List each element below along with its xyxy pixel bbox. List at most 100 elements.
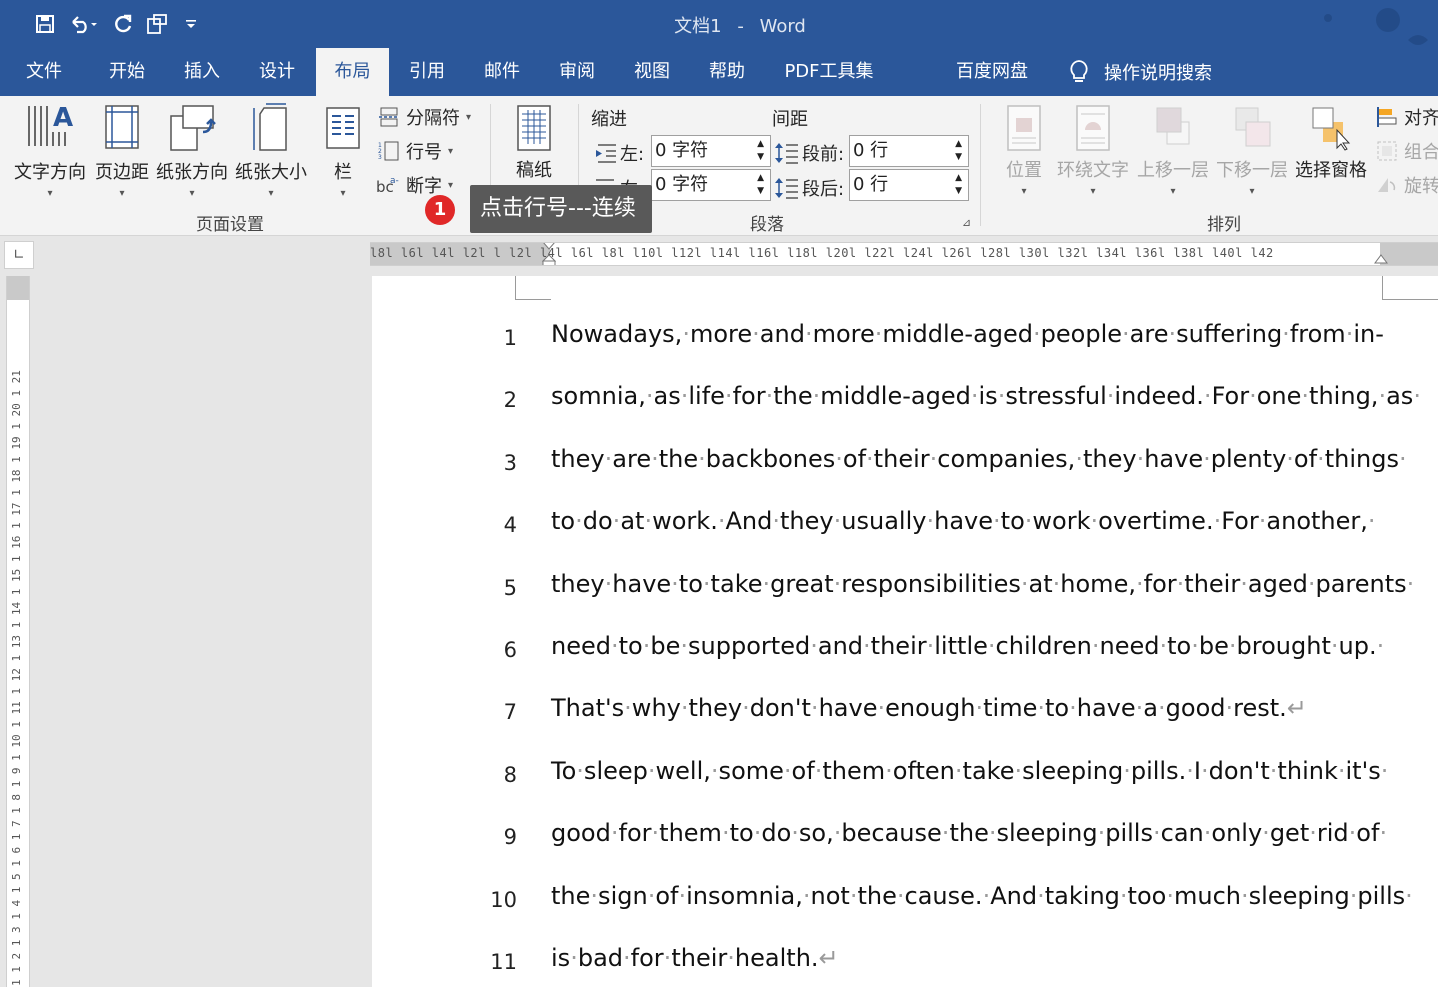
hyphenation-label: 断字	[406, 176, 442, 197]
spacing-before-icon	[775, 143, 798, 164]
send-backward-button[interactable]: 下移一层 ▾	[1216, 104, 1288, 197]
spacing-after-label: 段后:	[802, 179, 845, 200]
right-indent-marker-icon[interactable]	[1374, 253, 1388, 266]
chevron-down-icon: ▾	[1090, 186, 1096, 197]
margins-button[interactable]: 页边距 ▾	[95, 102, 149, 199]
document-line[interactable]: 8 To·sleep·well,·some·of·them·often·take·…	[372, 751, 1438, 791]
indent-left-icon	[596, 144, 616, 163]
group-objects-icon	[1377, 141, 1397, 161]
line-number: 2	[503, 388, 517, 413]
line-text[interactable]: they·are·the·backbones·of·their·companie…	[551, 445, 1407, 473]
tab-pdf-tools[interactable]: PDF工具集	[770, 48, 888, 96]
paragraph-launcher-icon[interactable]: ⊿	[962, 216, 971, 229]
spin-arrows-icon[interactable]: ▲ ▼	[955, 138, 962, 164]
orientation-icon	[170, 105, 216, 151]
line-number: 4	[503, 513, 517, 538]
tell-me-search[interactable]: 操作说明搜索	[1068, 48, 1212, 96]
align-button[interactable]: 对齐	[1376, 104, 1438, 130]
line-text[interactable]: is·bad·for·their·health.↵	[551, 944, 839, 972]
tab-references[interactable]: 引用	[392, 48, 462, 96]
spacing-before-input[interactable]: 0 行 ▲ ▼	[849, 135, 969, 167]
line-number: 8	[503, 762, 517, 787]
document-line[interactable]: 5 they·have·to·take·great·responsibilitie…	[372, 564, 1438, 604]
manuscript-icon	[517, 105, 551, 151]
margins-label: 页边距	[95, 162, 149, 183]
spin-arrows-icon[interactable]: ▲ ▼	[757, 172, 764, 198]
selection-pane-icon	[1312, 107, 1351, 151]
line-text[interactable]: good·for·them·to·do·so,·because·the·slee…	[551, 819, 1387, 847]
tab-selector[interactable]: ∟	[4, 241, 34, 269]
line-text[interactable]: the·sign·of·insomnia,·not·the·cause.·And…	[551, 882, 1413, 910]
horizontal-ruler[interactable]: l8l l6l l4l l2l l l2l l4l l6l l8l l10l l…	[370, 242, 1438, 266]
tab-review[interactable]: 审阅	[542, 48, 612, 96]
spacing-after-row: 段后:	[774, 175, 844, 201]
lightbulb-icon	[1070, 60, 1088, 82]
document-line[interactable]: 11 is·bad·for·their·health.↵	[372, 938, 1438, 978]
paper-size-icon	[253, 103, 287, 151]
tab-design[interactable]: 设计	[242, 48, 312, 96]
right-margin-shade	[1380, 243, 1438, 265]
orientation-button[interactable]: 纸张方向 ▾	[156, 102, 228, 199]
document-line[interactable]: 2 somnia,·as·life·for·the·middle-aged·is·…	[372, 376, 1438, 416]
spin-arrows-icon[interactable]: ▲ ▼	[955, 172, 962, 198]
tab-insert[interactable]: 插入	[167, 48, 237, 96]
selection-pane-label: 选择窗格	[1295, 160, 1367, 181]
app-name: Word	[759, 16, 806, 37]
document-line[interactable]: 1 Nowadays,·more·and·more·middle-aged·peo…	[372, 314, 1438, 354]
crop-mark-left	[515, 276, 551, 300]
tab-view[interactable]: 视图	[617, 48, 687, 96]
tab-home[interactable]: 开始	[92, 48, 162, 96]
line-numbers-label: 行号	[406, 142, 442, 163]
position-icon	[1007, 105, 1041, 151]
align-label: 对齐	[1404, 108, 1438, 129]
line-text[interactable]: need·to·be·supported·and·their·little·ch…	[551, 632, 1384, 660]
document-page[interactable]: 1 Nowadays,·more·and·more·middle-aged·peo…	[372, 276, 1438, 987]
size-button[interactable]: 纸张大小 ▾	[235, 102, 307, 199]
line-number: 7	[503, 700, 517, 725]
wrap-text-label: 环绕文字	[1057, 160, 1129, 181]
spacing-after-value: 0 行	[853, 174, 889, 195]
group-objects-label: 组合	[1404, 142, 1438, 163]
spacing-after-input[interactable]: 0 行 ▲ ▼	[849, 169, 969, 201]
columns-button[interactable]: 栏 ▾	[323, 102, 363, 199]
document-line[interactable]: 6 need·to·be·supported·and·their·little·c…	[372, 626, 1438, 666]
group-objects-button[interactable]: 组合	[1376, 138, 1438, 164]
document-line[interactable]: 10 the·sign·of·insomnia,·not·the·cause.·A…	[372, 876, 1438, 916]
position-button[interactable]: 位置 ▾	[1004, 104, 1044, 197]
spin-arrows-icon[interactable]: ▲ ▼	[757, 138, 764, 164]
document-line[interactable]: 9 good·for·them·to·do·so,·because·the·sle…	[372, 813, 1438, 853]
line-text[interactable]: To·sleep·well,·some·of·them·often·take·s…	[551, 757, 1388, 785]
tab-help[interactable]: 帮助	[692, 48, 762, 96]
chevron-down-icon: ▾	[448, 145, 454, 157]
tab-file[interactable]: 文件	[8, 48, 80, 96]
indent-marker-icon[interactable]	[542, 242, 556, 266]
line-numbers-button[interactable]: 123 行号 ▾	[378, 138, 453, 164]
bring-forward-button[interactable]: 上移一层 ▾	[1137, 104, 1209, 197]
indent-left-input[interactable]: 0 字符 ▲ ▼	[651, 135, 771, 167]
document-line[interactable]: 4 to·do·at·work.·And·they·usually·have·to…	[372, 501, 1438, 541]
document-line[interactable]: 3 they·are·the·backbones·of·their·compani…	[372, 439, 1438, 479]
breaks-button[interactable]: 分隔符 ▾	[378, 104, 471, 130]
tab-baidu-netdisk[interactable]: 百度网盘	[946, 48, 1038, 96]
line-text[interactable]: to·do·at·work.·And·they·usually·have·to·…	[551, 507, 1376, 535]
line-text[interactable]: Nowadays,·more·and·more·middle-aged·peop…	[551, 320, 1384, 348]
chevron-down-icon: ▾	[189, 188, 195, 199]
document-line[interactable]: 7 That's·why·they·don't·have·enough·time·…	[372, 688, 1438, 728]
line-text[interactable]: they·have·to·take·great·responsibilities…	[551, 570, 1414, 598]
indent-right-input[interactable]: 0 字符 ▲ ▼	[651, 169, 771, 201]
line-text[interactable]: somnia,·as·life·for·the·middle-aged·is·s…	[551, 382, 1421, 410]
vertical-ruler-scale: 1 1 2 1 3 1 4 1 5 1 6 1 7 1 8 1 9 1 10 1…	[10, 370, 23, 986]
horizontal-ruler-scale: l8l l6l l4l l2l l l2l l4l l6l l8l l10l l…	[370, 246, 1274, 260]
wrap-text-button[interactable]: 环绕文字 ▾	[1057, 104, 1129, 197]
position-label: 位置	[1006, 160, 1042, 181]
selection-pane-button[interactable]: 选择窗格	[1295, 104, 1367, 182]
text-direction-button[interactable]: A 文字方向 ▾	[14, 102, 86, 199]
vertical-ruler[interactable]: 1 1 2 1 3 1 4 1 5 1 6 1 7 1 8 1 9 1 10 1…	[6, 276, 30, 987]
group-divider	[980, 104, 981, 226]
tab-mailings[interactable]: 邮件	[467, 48, 537, 96]
send-backward-label: 下移一层	[1216, 160, 1288, 181]
line-text[interactable]: That's·why·they·don't·have·enough·time·t…	[551, 694, 1307, 722]
rotate-button[interactable]: 旋转	[1376, 172, 1438, 198]
line-numbers-icon: 123	[378, 141, 399, 161]
tab-layout[interactable]: 布局	[316, 48, 389, 96]
